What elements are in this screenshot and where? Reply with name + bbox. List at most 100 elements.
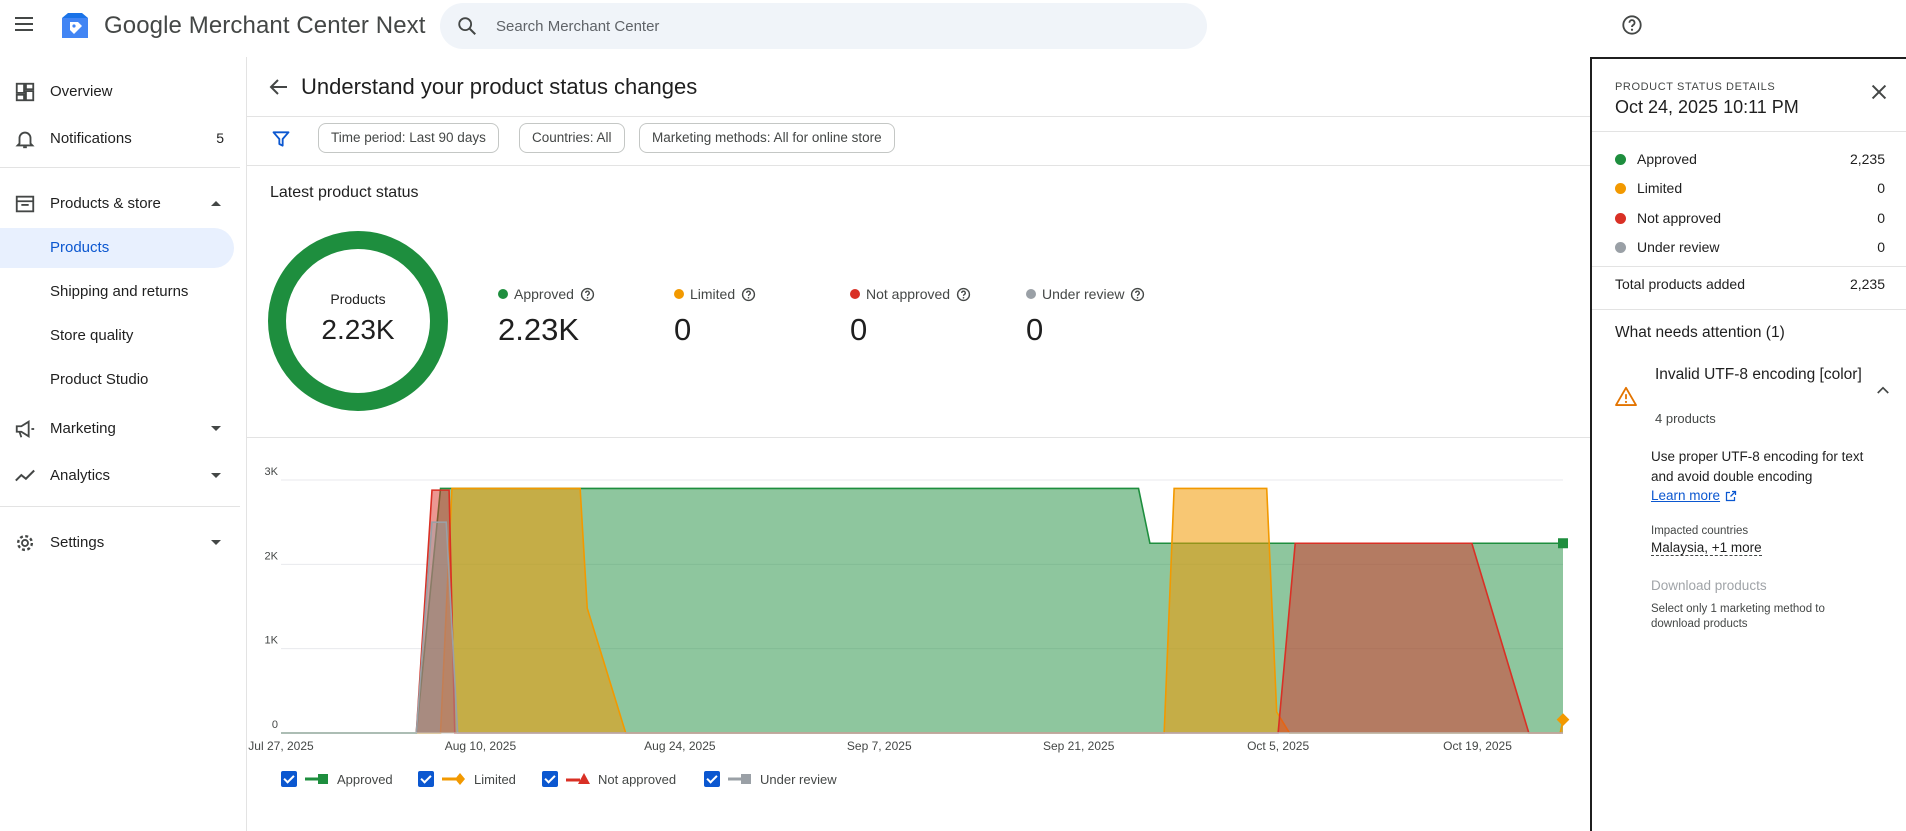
- sidebar-item-store-quality[interactable]: Store quality: [0, 316, 234, 356]
- legend-checkbox[interactable]: [704, 771, 720, 787]
- menu-icon[interactable]: [13, 14, 35, 36]
- legend-checkbox[interactable]: [542, 771, 558, 787]
- legend-label: Not approved: [598, 771, 677, 787]
- divider: [1592, 266, 1906, 267]
- x-tick-label: Sep 21, 2025: [1043, 739, 1115, 753]
- x-tick-label: Aug 10, 2025: [445, 739, 517, 753]
- status-value: 0: [1877, 210, 1885, 226]
- top-app-bar: Google Merchant Center Next: [0, 0, 1906, 50]
- status-row-approved: Approved 2,235: [1615, 147, 1885, 171]
- x-tick-label: Jul 27, 2025: [248, 739, 314, 753]
- status-label: Not approved: [1637, 210, 1722, 226]
- divider: [247, 165, 1590, 166]
- sidebar-item-overview[interactable]: Overview: [0, 71, 234, 111]
- sidebar-item-notifications[interactable]: Notifications 5: [0, 118, 234, 158]
- learn-more-link[interactable]: Learn more: [1651, 488, 1737, 503]
- stat-label: Approved: [514, 286, 574, 302]
- sidebar-item-shipping[interactable]: Shipping and returns: [0, 272, 234, 312]
- sidebar-item-marketing[interactable]: Marketing: [0, 408, 234, 448]
- store-icon: [15, 195, 35, 213]
- status-label: Under review: [1637, 239, 1720, 255]
- filter-chip-countries[interactable]: Countries: All: [519, 123, 625, 153]
- divider: [1592, 131, 1906, 132]
- sidebar-item-products[interactable]: Products: [0, 228, 234, 268]
- chevron-down-icon: [211, 425, 221, 431]
- divider: [1592, 309, 1906, 310]
- status-value: 2,235: [1849, 151, 1885, 167]
- stat-value: 0: [1026, 312, 1044, 347]
- x-tick-label: Oct 5, 2025: [1247, 739, 1309, 753]
- x-tick-label: Oct 19, 2025: [1443, 739, 1512, 753]
- search-bar[interactable]: [440, 3, 1207, 49]
- section-title: Latest product status: [270, 184, 419, 201]
- issue-product-count: 4 products: [1655, 411, 1716, 426]
- product-status-area-chart: 0 1K 2K 3K Jul 27, 2025 Aug 10, 2025 Aug 24, 2…: [248, 466, 1570, 753]
- divider: [247, 116, 1590, 117]
- sidebar-item-label: Products & store: [50, 194, 161, 212]
- filter-chip-time-period[interactable]: Time period: Last 90 days: [318, 123, 499, 153]
- stat-label: Under review: [1042, 286, 1125, 302]
- search-input[interactable]: [494, 11, 1174, 41]
- sidebar-item-label: Products: [50, 239, 110, 256]
- dashboard-icon: [15, 82, 35, 102]
- status-dot: [1615, 153, 1626, 165]
- close-icon[interactable]: [1868, 81, 1890, 103]
- help-icon[interactable]: [1621, 14, 1643, 36]
- sidebar-item-products-store[interactable]: Products & store: [0, 183, 234, 223]
- divider: [247, 437, 1590, 438]
- help-icon[interactable]: [956, 287, 971, 302]
- y-tick-label: 2K: [265, 550, 279, 562]
- filter-chip-marketing-methods[interactable]: Marketing methods: All for online store: [639, 123, 895, 153]
- stat-approved: Approved 2.23K: [498, 286, 595, 348]
- back-arrow-icon[interactable]: [267, 75, 291, 99]
- y-tick-label: 1K: [265, 635, 279, 647]
- legend-symbol-square: [305, 774, 328, 784]
- total-label: Total products added: [1615, 276, 1745, 292]
- legend-label: Approved: [337, 771, 393, 787]
- stat-not-approved: Not approved 0: [850, 286, 971, 348]
- stat-label: Not approved: [866, 286, 951, 302]
- sidebar-item-label: Shipping and returns: [50, 283, 189, 300]
- legend-label: Limited: [474, 771, 516, 787]
- stat-under-review: Under review 0: [1026, 286, 1145, 348]
- sidebar-item-label: Product Studio: [50, 371, 149, 388]
- download-products-button[interactable]: Download products: [1651, 578, 1767, 593]
- megaphone-icon: [15, 420, 35, 438]
- status-row-limited: Limited 0: [1615, 176, 1885, 200]
- warning-icon: [1615, 386, 1637, 406]
- issue-description: Use proper UTF-8 encoding for text and a…: [1651, 449, 1864, 484]
- status-label: Approved: [1637, 151, 1697, 167]
- filter-icon[interactable]: [271, 129, 291, 149]
- legend-item-not-approved[interactable]: Not approved: [542, 771, 676, 787]
- help-icon[interactable]: [741, 287, 756, 302]
- status-label: Limited: [1637, 180, 1683, 196]
- total-value: 2,235: [1849, 276, 1885, 292]
- stat-value: 0: [850, 312, 868, 347]
- status-dot: [1615, 241, 1626, 253]
- help-icon[interactable]: [1130, 287, 1145, 302]
- legend-checkbox[interactable]: [418, 771, 434, 787]
- approved-end-marker: [1558, 538, 1568, 549]
- status-dot: [1026, 289, 1036, 299]
- impacted-countries-value[interactable]: Malaysia, +1 more: [1651, 540, 1762, 556]
- stat-label: Limited: [690, 286, 736, 302]
- panel-title: Oct 24, 2025 10:11 PM: [1615, 97, 1799, 117]
- legend-item-limited[interactable]: Limited: [418, 771, 516, 787]
- sidebar-item-label: Notifications: [50, 129, 132, 147]
- app-title: Google Merchant Center Next: [104, 12, 426, 39]
- legend-symbol-triangle: [566, 773, 590, 784]
- chevron-up-icon[interactable]: [1874, 381, 1892, 399]
- chevron-up-icon: [211, 200, 221, 206]
- issue-title[interactable]: Invalid UTF-8 encoding [color]: [1655, 363, 1865, 386]
- sidebar-item-product-studio[interactable]: Product Studio: [0, 360, 234, 400]
- x-tick-label: Aug 24, 2025: [644, 739, 716, 753]
- legend-item-under-review[interactable]: Under review: [704, 771, 837, 787]
- sidebar-item-label: Overview: [50, 82, 113, 100]
- legend-checkbox[interactable]: [281, 771, 297, 787]
- status-dot: [1615, 212, 1626, 224]
- sidebar-item-label: Marketing: [50, 419, 116, 437]
- status-dot: [1615, 182, 1626, 194]
- legend-item-approved[interactable]: Approved: [281, 771, 393, 787]
- help-icon[interactable]: [580, 287, 595, 302]
- attention-title: What needs attention (1): [1615, 324, 1785, 341]
